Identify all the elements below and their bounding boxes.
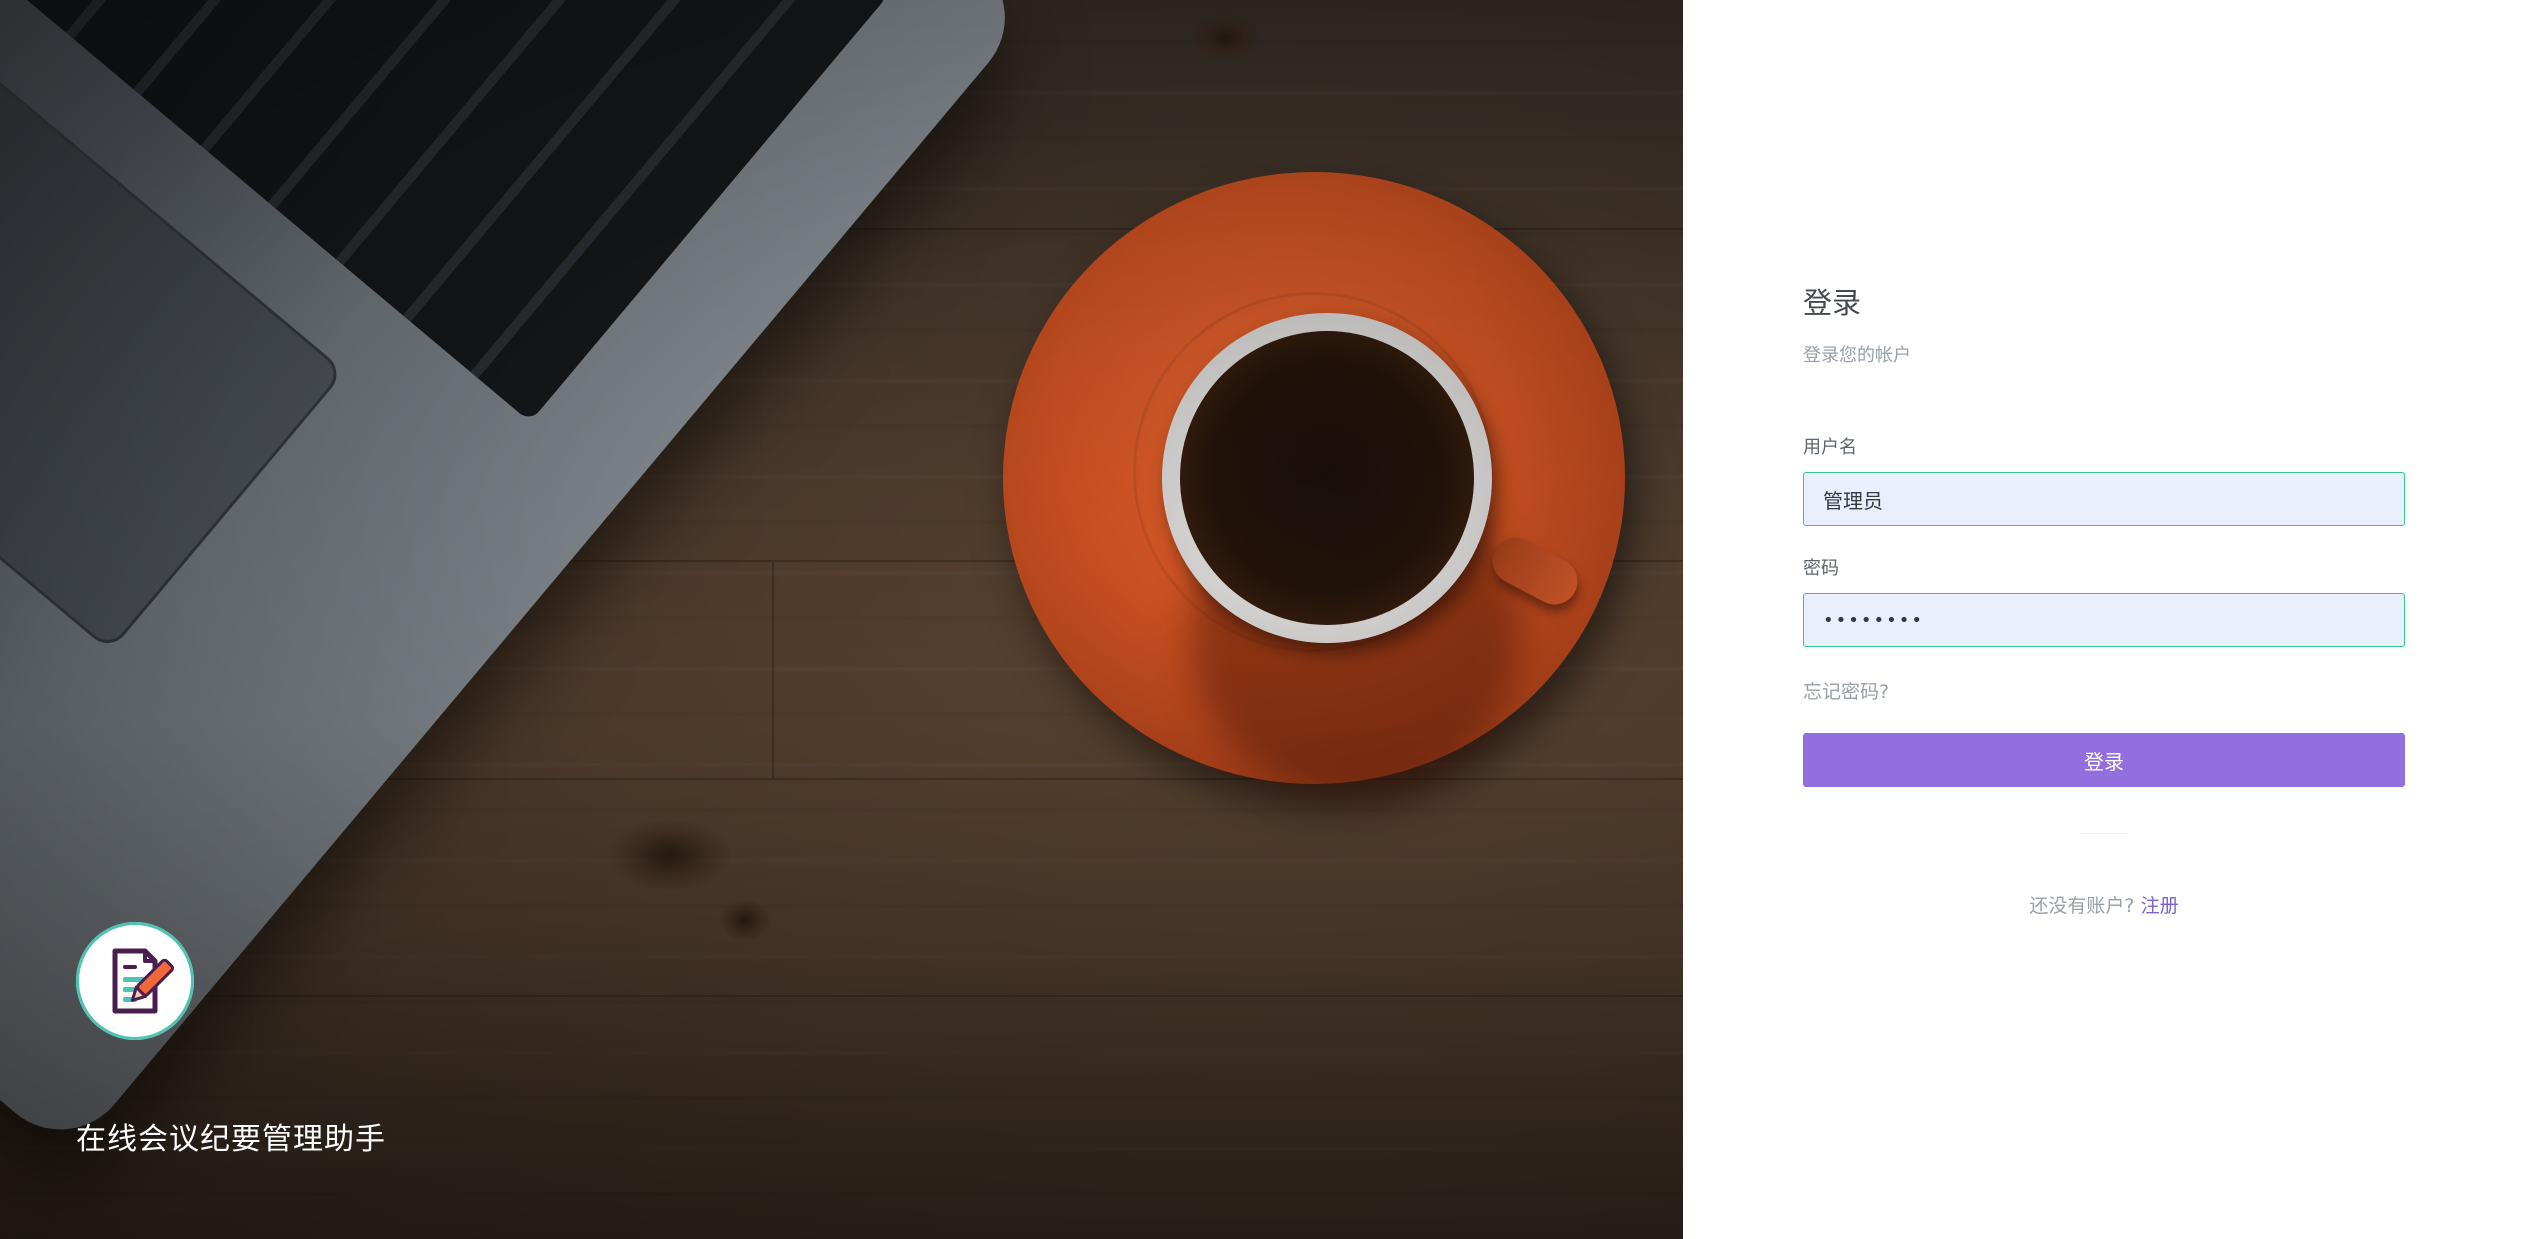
- login-form: 登录 登录您的帐户 用户名 密码 忘记密码? 登录 还没有账户? 注册: [1803, 280, 2405, 918]
- forgot-password-link[interactable]: 忘记密码?: [1803, 677, 1889, 704]
- login-page: 在线会议纪要管理助手 登录 登录您的帐户 用户名 密码 忘记密码? 登录 还没有…: [0, 0, 2526, 1239]
- login-button[interactable]: 登录: [1803, 733, 2405, 787]
- login-subtitle: 登录您的帐户: [1803, 345, 1911, 366]
- hero-background: 在线会议纪要管理助手: [0, 0, 1683, 1239]
- password-label: 密码: [1803, 558, 1839, 579]
- password-input[interactable]: [1803, 593, 2405, 647]
- register-row: 还没有账户? 注册: [1803, 891, 2405, 918]
- hero-bottom-gradient: [0, 719, 1683, 1239]
- document-pencil-icon: [112, 948, 175, 1014]
- divider: [2080, 833, 2128, 834]
- username-input[interactable]: [1803, 472, 2405, 526]
- register-link[interactable]: 注册: [2141, 895, 2179, 917]
- no-account-text: 还没有账户?: [2029, 895, 2135, 917]
- login-title: 登录: [1803, 286, 1862, 320]
- login-panel: 登录 登录您的帐户 用户名 密码 忘记密码? 登录 还没有账户? 注册: [1683, 0, 2526, 1239]
- app-logo: [76, 922, 194, 1040]
- app-title: 在线会议纪要管理助手: [76, 1122, 386, 1157]
- username-label: 用户名: [1803, 437, 1857, 458]
